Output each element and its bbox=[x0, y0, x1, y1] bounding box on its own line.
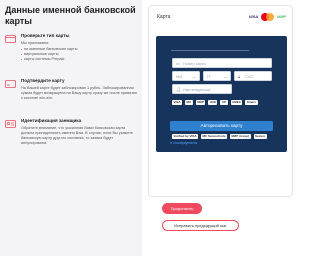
continue-button[interactable]: Продолжить bbox=[162, 203, 202, 214]
payment-logo: UP bbox=[220, 100, 228, 105]
card-check-icon bbox=[5, 35, 16, 43]
step-card-type: Проверьте тип карты Мы принимаем: не име… bbox=[5, 33, 139, 73]
lock-icon: 🔒︎ bbox=[238, 74, 241, 79]
step-title: Проверьте тип карты bbox=[21, 33, 70, 38]
card-number-field[interactable]: ▭ Номер карты bbox=[172, 58, 272, 68]
fix-previous-step-button[interactable]: Исправить предыдущий шаг bbox=[162, 220, 239, 231]
person-id-icon bbox=[5, 120, 16, 128]
cvc-field[interactable]: 🔒︎ CVC bbox=[234, 71, 272, 81]
cardholder-name-field[interactable]: 👤︎ Имя владельца bbox=[172, 84, 232, 94]
accepted-card-list: не именные банковские карты виртуальные … bbox=[21, 47, 139, 62]
left-panel: Данные именной банковской карты Проверьт… bbox=[0, 0, 142, 256]
step-identification: Идентификация заемщика Обратите внимание… bbox=[5, 118, 139, 158]
step-title: Идентификация заемщика bbox=[21, 118, 82, 123]
brand-logos: VISA МИР bbox=[249, 12, 286, 21]
payment-widget: ▭ Номер карты ММ ⌄ ГГ ⌄ 🔒︎ CVC 👤︎ Имя вл… bbox=[156, 36, 287, 152]
page-title: Данные именной банковской карты bbox=[5, 5, 136, 26]
cardholder-placeholder: Имя владельца bbox=[183, 87, 211, 92]
card-form-panel: Карта VISA МИР ▭ Номер карты ММ ⌄ ГГ ⌄ 🔒… bbox=[148, 5, 293, 197]
list-item: карты системы Pmpaid bbox=[21, 57, 139, 62]
card-form-title: Карта bbox=[157, 14, 171, 20]
mir-logo: МИР bbox=[277, 13, 286, 19]
step-text: Обратите внимание, что указанная Вами ба… bbox=[21, 126, 133, 145]
year-field[interactable]: ГГ ⌄ bbox=[203, 71, 231, 81]
payment-logo: МИР bbox=[195, 100, 206, 105]
payment-logo: MC bbox=[185, 100, 193, 105]
payment-logo: AMEX bbox=[230, 100, 243, 105]
payment-logos-row: VISA MC МИР JCB UP AMEX Diners bbox=[172, 100, 258, 105]
divider bbox=[171, 50, 249, 51]
security-logo: МИР Accept bbox=[230, 134, 251, 139]
card-icon: ▭ bbox=[176, 61, 180, 66]
step-text: Мы принимаем: bbox=[21, 41, 49, 45]
month-placeholder: ММ bbox=[176, 74, 183, 79]
security-logo: Secure bbox=[253, 134, 267, 139]
month-field[interactable]: ММ ⌄ bbox=[172, 71, 200, 81]
powered-by: ● cloudpayments bbox=[170, 141, 198, 145]
mastercard-logo bbox=[261, 12, 275, 21]
security-logo: MC SecureCode bbox=[201, 134, 228, 139]
payment-logo: VISA bbox=[172, 100, 183, 105]
card-confirm-icon bbox=[5, 80, 16, 88]
security-logos-row: Verified by VISA MC SecureCode МИР Accep… bbox=[172, 134, 267, 139]
step-title: Подтвердите карту bbox=[21, 78, 65, 83]
payment-logo: Diners bbox=[245, 100, 258, 105]
step-confirm-card: Подтвердите карту На Вашей карте будет з… bbox=[5, 78, 139, 113]
visa-logo: VISA bbox=[248, 13, 259, 19]
card-number-placeholder: Номер карты bbox=[183, 61, 207, 66]
security-logo: Verified by VISA bbox=[172, 134, 199, 139]
step-text: На Вашей карте будет заблокирован 1 рубл… bbox=[21, 86, 137, 100]
authorize-card-button[interactable]: Авторизовать карту bbox=[170, 121, 273, 131]
user-icon: 👤︎ bbox=[176, 87, 182, 92]
chevron-down-icon: ⌄ bbox=[192, 74, 196, 79]
payment-logo: JCB bbox=[208, 100, 218, 105]
chevron-down-icon: ⌄ bbox=[223, 74, 227, 79]
cvc-placeholder: CVC bbox=[245, 74, 254, 79]
year-placeholder: ГГ bbox=[207, 74, 212, 79]
